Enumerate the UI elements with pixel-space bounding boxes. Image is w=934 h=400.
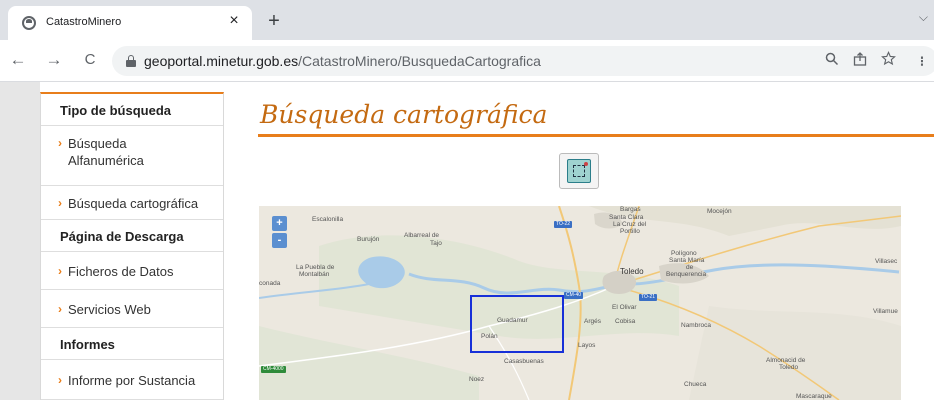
heading-label: Informes [60,337,115,352]
close-tab-icon[interactable]: × [224,11,244,31]
globe-icon [22,16,36,30]
sidebar-item-label: Búsqueda [68,136,127,151]
map-label: Mocejón [707,208,732,215]
heading-label: Tipo de búsqueda [60,103,171,118]
chevron-right-icon: › [58,264,62,278]
sidebar-item-busqueda-alfanumerica[interactable]: › Búsqueda Alfanumérica [41,126,223,186]
url-domain: geoportal.minetur.gob.es [144,53,299,69]
browser-tab-bar: CatastroMinero × + ⌵ [0,0,934,40]
heading-informes: Informes [41,328,223,360]
map-label: conada [259,280,281,287]
map-label: Mascaraque [796,393,832,400]
lock-icon[interactable] [126,55,136,67]
map-label: Polígono [671,250,697,257]
road-shield: CM-40 [564,292,584,299]
left-gutter [0,82,40,400]
map-label: Albarreal de [404,232,440,239]
sidebar-item-busqueda-cartografica[interactable]: › Búsqueda cartográfica [41,186,223,220]
search-icon[interactable] [822,51,842,71]
sidebar-item-label: Informe por Sustancia [68,373,196,388]
map-label: Toledo [620,267,644,276]
sidebar-item-ficheros-datos[interactable]: › Ficheros de Datos [41,252,223,290]
tab-list-chevron-icon[interactable]: ⌵ [919,10,928,25]
map-label: La Cruz del [613,221,647,228]
address-bar[interactable]: geoportal.minetur.gob.es/CatastroMinero/… [112,46,934,76]
chevron-right-icon: › [58,136,62,150]
share-icon[interactable] [850,51,870,71]
heading-label: Página de Descarga [60,229,184,244]
sidebar-item-label: Alfanumérica [68,153,144,168]
road-shield: CM-4000 [261,366,286,373]
new-tab-button[interactable]: + [262,10,286,34]
map-basemap [259,206,901,400]
zoom-in-button[interactable]: + [272,216,287,231]
road-shield: TO-22 [554,221,573,228]
map-label: Montalbán [299,271,330,278]
chevron-right-icon: › [58,373,62,387]
reload-button[interactable]: C [78,48,102,72]
map-label: Casasbuenas [504,358,544,365]
tab-title: CatastroMinero [46,16,122,28]
chevron-right-icon: › [58,302,62,316]
map-label: Cobisa [615,318,636,325]
map-label: Santa Clara [609,214,644,221]
selection-rectangle[interactable] [470,295,564,353]
browser-toolbar: ← → C geoportal.minetur.gob.es/CatastroM… [0,40,934,82]
map-label: Chueca [684,381,707,388]
map-label: Escalonilla [312,216,344,223]
zoom-out-button[interactable]: - [272,233,287,248]
road-shield: TO-21 [639,294,658,301]
heading-tipo-busqueda: Tipo de búsqueda [41,94,223,126]
map-label: Portillo [620,228,640,235]
sidebar: Tipo de búsqueda › Búsqueda Alfanumérica… [40,92,224,400]
forward-button[interactable]: → [42,48,66,72]
heading-pagina-descarga: Página de Descarga [41,220,223,252]
page: Tipo de búsqueda › Búsqueda Alfanumérica… [0,82,934,400]
draw-rectangle-icon [567,159,591,183]
url-text[interactable]: geoportal.minetur.gob.es/CatastroMinero/… [144,53,541,69]
map-label: Villasec [875,258,898,265]
draw-box-button[interactable] [559,153,599,189]
star-icon[interactable] [878,51,898,71]
sidebar-item-label: Servicios Web [68,302,151,317]
map-label: Toledo [779,364,799,371]
sidebar-item-servicios-web[interactable]: › Servicios Web [41,290,223,328]
sidebar-item-label: Búsqueda cartográfica [68,196,199,211]
url-path: /CatastroMinero/BusquedaCartografica [298,53,541,69]
map-label: Burujón [357,236,380,243]
map-label: Benquerencia [666,271,707,278]
map-label: Layos [578,342,596,349]
chevron-right-icon: › [58,196,62,210]
map-label: Noez [469,376,485,383]
map-label: de [686,264,694,271]
map-label: Nambroca [681,322,711,329]
map-label: Almonacid de [766,357,806,364]
map-label: Bargas [620,206,641,213]
map-label: La Puebla de [296,264,335,271]
title-divider [258,134,934,137]
map-label: El Olivar [612,304,637,311]
map-label: Villamue [873,308,898,315]
sidebar-item-label: Ficheros de Datos [68,264,174,279]
more-icon[interactable]: ⁝ [912,51,932,71]
browser-tab[interactable]: CatastroMinero × [8,6,252,40]
back-button[interactable]: ← [6,48,30,72]
page-title: Búsqueda cartográfica [260,100,548,129]
map-viewer[interactable]: Escalonilla Burujón Albarreal de Tajo La… [259,206,901,400]
sidebar-item-informe-sustancia[interactable]: › Informe por Sustancia [41,360,223,400]
map-label: Santa María [669,257,705,264]
map-label: Argés [584,318,601,325]
map-label: Tajo [430,240,442,247]
